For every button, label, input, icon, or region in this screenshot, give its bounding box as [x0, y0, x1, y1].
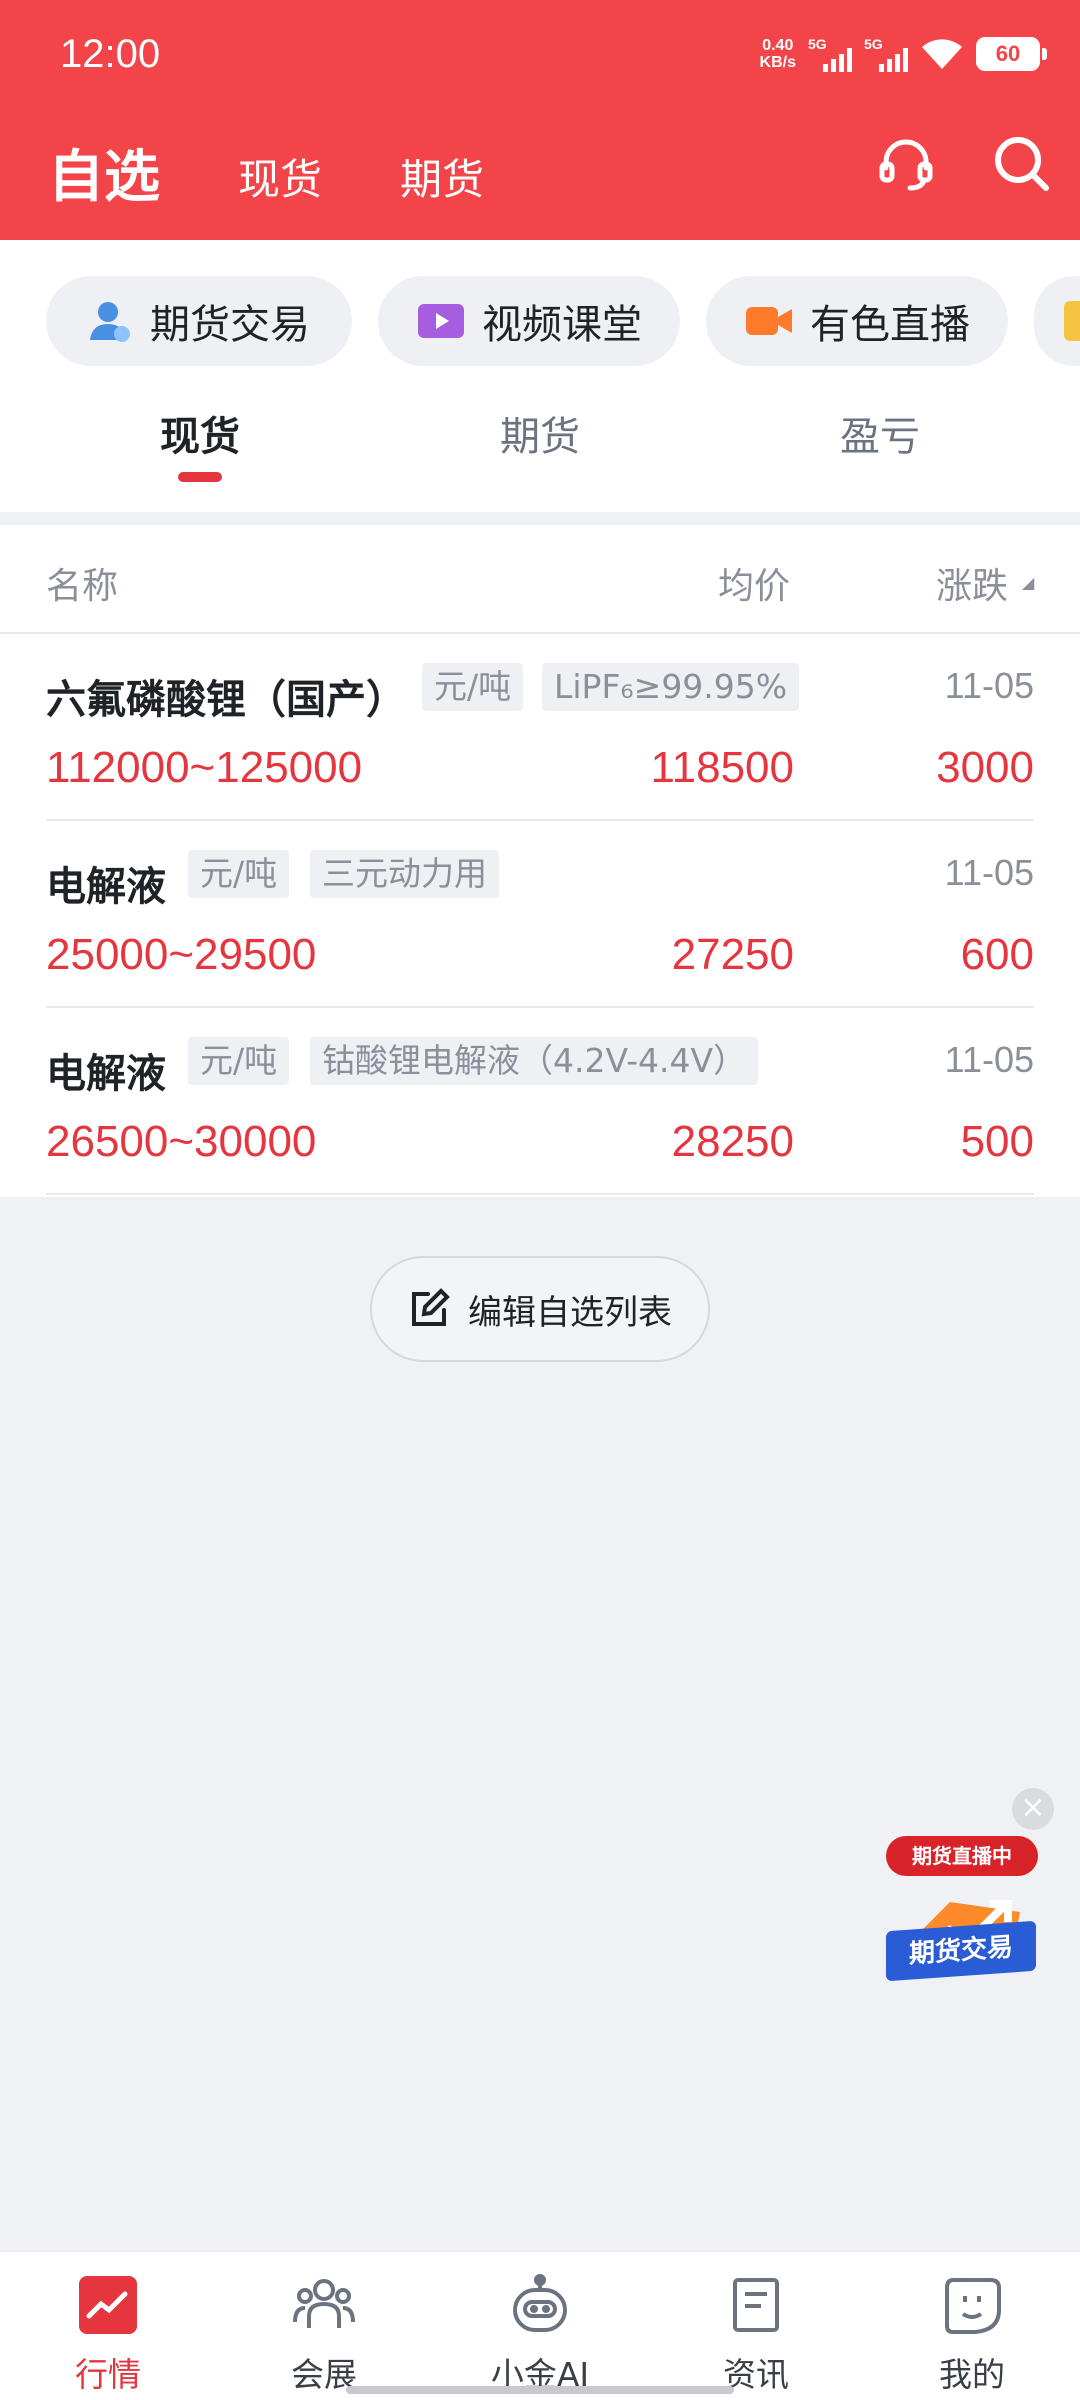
col-name: 名称: [46, 566, 119, 607]
nav-news[interactable]: 资讯: [676, 2272, 836, 2396]
top-bar: 12:00 0.40 KB/s 5G 5G 60 自选 现货 期货: [0, 0, 1080, 240]
spec-tag: 钴酸锂电解液（4.2V-4.4V）: [310, 1037, 759, 1085]
spec-tag: LiPF₆≥99.95%: [542, 663, 800, 711]
item-date: 11-05: [944, 852, 1034, 893]
nav-market[interactable]: 行情: [28, 2272, 188, 2396]
watchlist: 名称 均价 涨跌 ◢ 六氟磷酸锂（国产） 元/吨 LiPF₆≥99.95% 11…: [0, 525, 1080, 1197]
signal-icon: 5G: [808, 36, 852, 72]
close-icon[interactable]: ×: [1012, 1788, 1054, 1830]
status-time: 12:00: [60, 32, 161, 76]
live-trade-float-button[interactable]: 期货直播中 期货交易: [880, 1836, 1040, 1996]
video-icon: [416, 296, 466, 346]
document-icon: [733, 2278, 779, 2332]
status-icons: 0.40 KB/s 5G 5G 60: [759, 36, 1047, 72]
wifi-icon: [920, 37, 964, 71]
tab-futures[interactable]: 期货: [400, 146, 484, 207]
avg-price: 118500: [650, 743, 794, 792]
subtab-spot[interactable]: 现货: [160, 404, 240, 462]
item-name: 电解液: [46, 864, 166, 910]
list-item[interactable]: 电解液 元/吨 三元动力用 11-05 25000~29500 27250 60…: [46, 822, 1034, 1008]
market-chart-icon: [79, 2276, 137, 2334]
unit-tag: 元/吨: [188, 850, 290, 898]
item-date: 11-05: [944, 1039, 1034, 1080]
float-label: 期货交易: [886, 1920, 1036, 1982]
unit-tag: 元/吨: [188, 1037, 290, 1085]
tab-spot[interactable]: 现货: [238, 146, 322, 207]
people-icon: [293, 2279, 355, 2328]
page-title[interactable]: 自选: [48, 132, 160, 213]
robot-icon: [513, 2274, 567, 2332]
shortcut-futures-trade[interactable]: 期货交易: [46, 276, 352, 366]
headset-icon[interactable]: [874, 132, 938, 196]
price-range: 112000~125000: [46, 743, 363, 792]
user-trade-icon: [84, 296, 134, 346]
nav-profile[interactable]: 我的: [892, 2272, 1052, 2396]
shortcut-live[interactable]: 有色直播: [706, 276, 1008, 366]
search-icon[interactable]: [990, 132, 1054, 196]
col-change[interactable]: 涨跌: [936, 557, 1008, 609]
profile-bubble-icon: [945, 2278, 1001, 2334]
list-item[interactable]: 六氟磷酸锂（国产） 元/吨 LiPF₆≥99.95% 11-05 112000~…: [46, 635, 1034, 821]
list-header: 名称 均价 涨跌 ◢: [0, 525, 1080, 634]
price-change: 600: [960, 930, 1034, 979]
nav-exhibition[interactable]: 会展: [244, 2272, 404, 2396]
shortcut-area: 期货交易 视频课堂 有色直播 现货 期货 盈亏: [0, 240, 1080, 512]
nav-ai[interactable]: 小金AI: [460, 2272, 620, 2396]
unit-tag: 元/吨: [422, 663, 524, 711]
shortcut-more[interactable]: [1034, 276, 1080, 366]
avg-price: 28250: [671, 1117, 794, 1166]
signal-icon: 5G: [864, 36, 908, 72]
sort-icon[interactable]: ◢: [1022, 573, 1034, 592]
list-item[interactable]: 电解液 元/吨 钴酸锂电解液（4.2V-4.4V） 11-05 26500~30…: [46, 1009, 1034, 1195]
price-range: 26500~30000: [46, 1117, 317, 1166]
live-camera-icon: [744, 296, 794, 346]
network-speed: 0.40 KB/s: [759, 37, 796, 71]
col-avg: 均价: [718, 566, 791, 607]
home-indicator[interactable]: [346, 2386, 734, 2394]
bottom-nav: 行情 会展 小金AI 资讯 我的: [0, 2250, 1080, 2400]
subtab-futures[interactable]: 期货: [500, 404, 580, 462]
edit-icon: [412, 1288, 450, 1326]
live-pill: 期货直播中: [886, 1836, 1038, 1876]
spec-tag: 三元动力用: [310, 850, 499, 898]
coin-icon: [1064, 301, 1080, 341]
battery-icon: 60: [976, 37, 1047, 71]
price-change: 3000: [936, 743, 1034, 792]
subtab-pnl[interactable]: 盈亏: [840, 404, 920, 462]
item-date: 11-05: [944, 665, 1034, 706]
shortcut-video-class[interactable]: 视频课堂: [378, 276, 680, 366]
price-range: 25000~29500: [46, 930, 317, 979]
edit-watchlist-button[interactable]: 编辑自选列表: [370, 1256, 710, 1362]
active-tab-indicator: [178, 472, 222, 482]
item-name: 六氟磷酸锂（国产）: [46, 677, 406, 723]
avg-price: 27250: [671, 930, 794, 979]
item-name: 电解液: [46, 1051, 166, 1097]
price-change: 500: [960, 1117, 1034, 1166]
